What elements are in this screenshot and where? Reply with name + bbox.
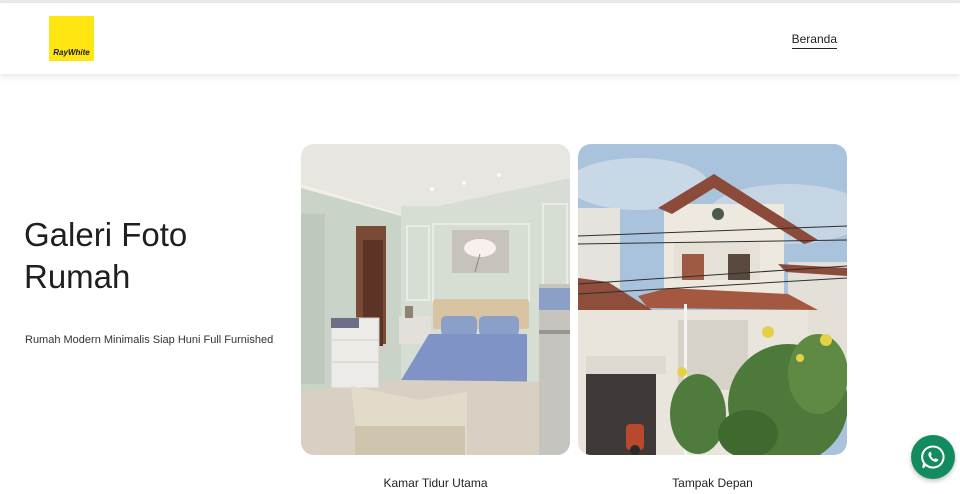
page-subtitle: Rumah Modern Minimalis Siap Huni Full Fu…: [25, 334, 274, 346]
gallery-caption: Kamar Tidur Utama: [383, 476, 488, 490]
whatsapp-icon: [921, 445, 945, 469]
nav-link-beranda[interactable]: Beranda: [791, 32, 837, 49]
gallery-caption: Tampak Depan: [672, 476, 753, 490]
gallery-card-house-front[interactable]: [578, 144, 847, 455]
raywhite-logo[interactable]: RayWhite: [49, 16, 94, 61]
svg-text:RayWhite: RayWhite: [53, 48, 90, 57]
house-front-photo: [578, 144, 847, 455]
whatsapp-button[interactable]: [911, 435, 955, 479]
gallery-card-bedroom[interactable]: [301, 144, 570, 455]
bedroom-photo: [301, 144, 570, 455]
page-title: Galeri Foto Rumah: [24, 216, 188, 295]
site-header: RayWhite Beranda: [0, 3, 960, 74]
raywhite-logo-mark: RayWhite: [53, 48, 90, 57]
